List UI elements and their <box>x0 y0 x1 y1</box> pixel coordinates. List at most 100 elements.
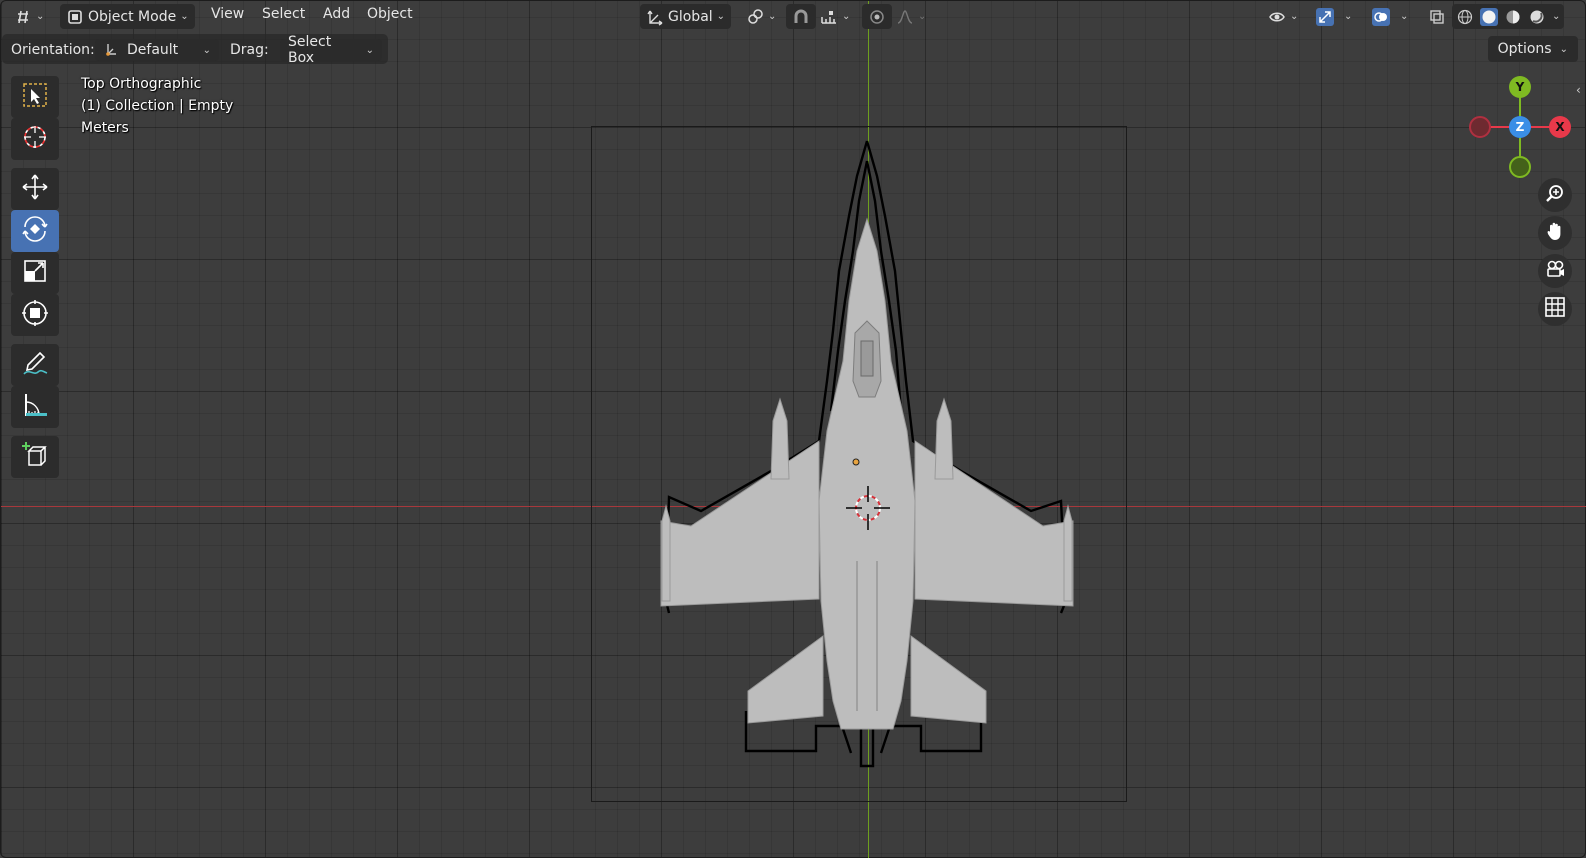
options-label: Options <box>1497 41 1552 57</box>
jet-body <box>660 217 1074 730</box>
rotate-icon <box>20 214 50 248</box>
jet-model[interactable] <box>1 1 1586 858</box>
select-box-tool[interactable] <box>11 76 59 118</box>
mode-selector[interactable]: Object Mode ⌄ <box>60 4 195 29</box>
falloff-curve-icon <box>896 8 914 26</box>
proportional-edit-toggle[interactable] <box>862 4 892 29</box>
ortho-grid-icon <box>1544 296 1566 322</box>
measure-tool[interactable] <box>11 386 59 428</box>
material-shading-icon[interactable] <box>1504 8 1522 26</box>
chevron-down-icon: ⌄ <box>180 11 189 22</box>
drag-value: Select Box <box>288 34 332 66</box>
gizmo-icon <box>1316 7 1334 26</box>
chevron-down-icon: ⌄ <box>842 11 851 22</box>
pan-button[interactable] <box>1538 216 1572 250</box>
chevron-down-icon: ⌄ <box>768 11 777 22</box>
snap-target-button[interactable]: ⌄ <box>814 4 856 29</box>
snap-toggle[interactable] <box>786 4 816 29</box>
viewport-header: ⌄ Object Mode ⌄ View Select Add Object G… <box>0 0 1586 33</box>
visibility-icon <box>1268 8 1286 26</box>
cursor-icon <box>20 122 50 156</box>
orientation-axes-icon <box>103 41 121 59</box>
annotate-icon <box>20 348 50 382</box>
chevron-down-icon: ⌄ <box>202 44 211 56</box>
collection-info: (1) Collection | Empty <box>81 98 234 114</box>
menu-add[interactable]: Add <box>323 6 350 22</box>
orientation-label: Orientation: <box>11 42 95 58</box>
snap-magnet-icon <box>792 8 810 26</box>
object-origin <box>852 458 860 466</box>
zoom-button[interactable] <box>1538 178 1572 212</box>
move-icon <box>20 172 50 206</box>
editor-type-button[interactable]: ⌄ <box>8 4 50 29</box>
gizmo-z-positive[interactable]: Z <box>1509 116 1531 138</box>
gizmo-y-label: Y <box>1515 80 1525 94</box>
chevron-down-icon: ⌄ <box>1400 11 1409 22</box>
drag-dropdown[interactable]: Select Box ⌄ <box>280 34 382 66</box>
cursor-tool[interactable] <box>11 118 59 160</box>
pivot-point-button[interactable]: ⌄ <box>740 4 782 29</box>
object-mode-icon <box>66 8 84 26</box>
shading-mode-group: ⌄ <box>1452 4 1565 29</box>
chevron-down-icon: ⌄ <box>365 44 374 56</box>
chevron-down-icon: ⌄ <box>1552 11 1561 22</box>
select-box-icon <box>20 80 50 114</box>
3d-viewport[interactable] <box>0 0 1586 858</box>
gizmo-z-label: Z <box>1515 120 1525 134</box>
wireframe-shading-icon[interactable] <box>1456 8 1474 26</box>
rendered-shading-icon[interactable] <box>1528 8 1546 26</box>
add-cube-tool[interactable] <box>11 436 59 478</box>
camera-view-icon <box>1544 258 1566 284</box>
overlay-toggle[interactable]: ⌄ <box>1366 4 1414 29</box>
options-button[interactable]: Options ⌄ <box>1487 36 1578 62</box>
editor-type-icon <box>14 8 32 26</box>
menu-view[interactable]: View <box>211 6 244 22</box>
chevron-down-icon: ⌄ <box>716 11 726 22</box>
orientation-value: Default <box>127 42 179 58</box>
chevron-down-icon: ⌄ <box>36 11 45 22</box>
gizmo-y-positive[interactable]: Y <box>1509 76 1531 98</box>
transform-tool[interactable] <box>11 294 59 336</box>
scale-icon <box>20 256 50 290</box>
chevron-down-icon: ⌄ <box>1290 11 1299 22</box>
gizmo-x-positive[interactable]: X <box>1549 116 1571 138</box>
transform-orientation-label: Global <box>668 8 713 25</box>
transform-orientation-selector[interactable]: Global ⌄ <box>640 4 732 29</box>
proportional-edit-icon <box>868 8 886 26</box>
menu-object[interactable]: Object <box>367 6 413 22</box>
falloff-button[interactable]: ⌄ <box>890 4 932 29</box>
xray-toggle[interactable] <box>1422 4 1452 29</box>
annotate-tool[interactable] <box>11 344 59 386</box>
zoom-icon <box>1544 182 1566 208</box>
pan-hand-icon <box>1544 220 1566 246</box>
add-cube-icon <box>20 440 50 474</box>
mode-label: Object Mode <box>88 8 177 25</box>
ortho-toggle-button[interactable] <box>1538 292 1572 326</box>
visibility-button[interactable]: ⌄ <box>1262 4 1304 29</box>
gizmo-y-negative[interactable] <box>1509 156 1531 178</box>
tool-settings-bar: Orientation: Default ⌄ Drag: Select Box … <box>2 34 388 66</box>
chevron-down-icon: ⌄ <box>1344 11 1353 22</box>
move-tool[interactable] <box>11 168 59 210</box>
gizmo-toggle[interactable]: ⌄ <box>1310 4 1358 29</box>
view-name: Top Orthographic <box>81 76 202 92</box>
measure-icon <box>20 390 50 424</box>
chevron-down-icon: ⌄ <box>1559 43 1568 55</box>
solid-shading-icon[interactable] <box>1480 7 1498 26</box>
scale-tool[interactable] <box>11 252 59 294</box>
sidebar-toggle-icon[interactable]: ‹ <box>1576 83 1581 97</box>
orientation-dropdown[interactable]: Default ⌄ <box>95 39 219 61</box>
chevron-down-icon: ⌄ <box>918 11 927 22</box>
rotate-tool[interactable] <box>11 210 59 252</box>
transform-orientation-icon <box>646 8 664 26</box>
snap-increment-icon <box>820 8 838 26</box>
transform-pivot-icon <box>746 8 764 26</box>
xray-icon <box>1428 8 1446 26</box>
drag-label: Drag: <box>230 42 269 58</box>
menu-select[interactable]: Select <box>262 6 305 22</box>
overlay-icon <box>1372 7 1390 26</box>
camera-view-button[interactable] <box>1538 254 1572 288</box>
units-info: Meters <box>81 120 129 136</box>
transform-icon <box>20 298 50 332</box>
gizmo-x-negative[interactable] <box>1469 116 1491 138</box>
